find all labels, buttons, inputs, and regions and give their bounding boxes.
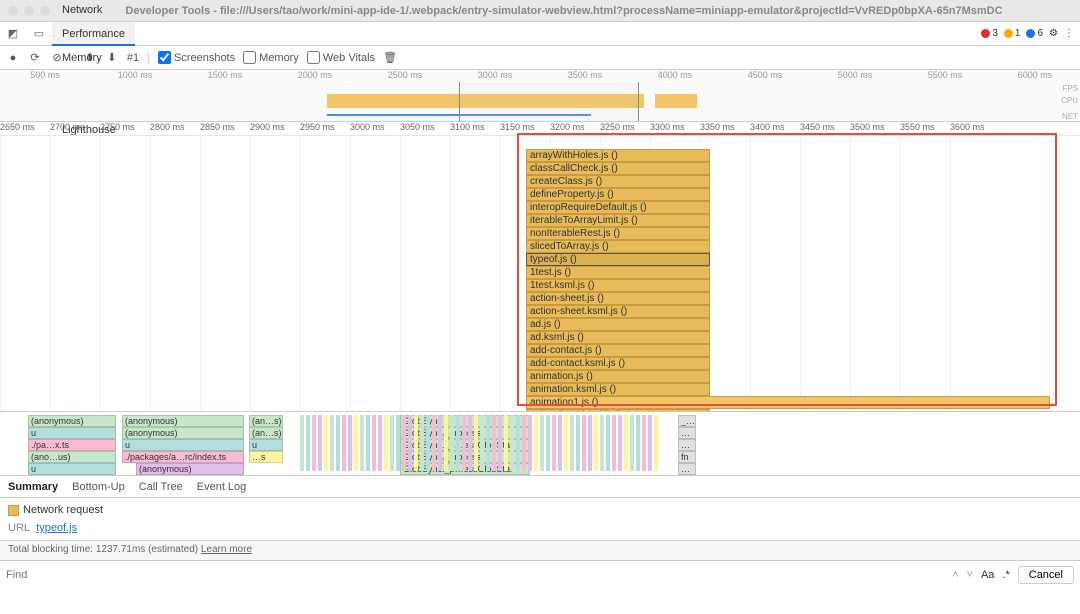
flame-row[interactable]: createClass.js (): [526, 175, 710, 188]
net-label: NET: [1062, 112, 1078, 121]
max-traffic-light[interactable]: [40, 6, 50, 16]
flame-row[interactable]: iterableToArrayLimit.js (): [526, 214, 710, 227]
flame-chart[interactable]: 2650 ms2700 ms2750 ms2800 ms2850 ms2900 …: [0, 122, 1080, 412]
min-traffic-light[interactable]: [24, 6, 34, 16]
stack-row[interactable]: …: [678, 463, 696, 475]
flame-row[interactable]: defineProperty.js (): [526, 188, 710, 201]
stack-row[interactable]: fn: [678, 451, 696, 463]
info-badge[interactable]: 6: [1026, 28, 1043, 39]
match-case-toggle[interactable]: Aa: [981, 569, 994, 581]
network-request-header: Network request: [8, 504, 1072, 516]
stack-row[interactable]: u: [249, 439, 283, 451]
flame-row[interactable]: action-sheet.js (): [526, 292, 710, 305]
window-title: Developer Tools - file:///Users/tao/work…: [56, 5, 1072, 17]
webvitals-checkbox[interactable]: Web Vitals: [307, 51, 375, 64]
flame-row[interactable]: slicedToArray.js (): [526, 240, 710, 253]
url-label: URL: [8, 522, 30, 534]
subtab-call-tree[interactable]: Call Tree: [139, 481, 183, 493]
subtab-bottom-up[interactable]: Bottom-Up: [72, 481, 125, 493]
stack-row[interactable]: ./packages/a…rc/index.ts: [122, 451, 244, 463]
stack-row[interactable]: _…: [678, 415, 696, 427]
tab-network[interactable]: Network: [52, 0, 135, 22]
detail-subtabs: Summary Bottom-Up Call Tree Event Log: [0, 476, 1080, 498]
memory-checkbox[interactable]: Memory: [243, 51, 299, 64]
stack-row[interactable]: …s: [249, 451, 283, 463]
flame-row[interactable]: action-sheet.ksml.js (): [526, 305, 710, 318]
cpu-label: CPU: [1061, 96, 1078, 105]
subtab-summary[interactable]: Summary: [8, 481, 58, 493]
url-link[interactable]: typeof.js: [36, 522, 77, 534]
device-icon[interactable]: ▭: [26, 27, 52, 40]
stack-row[interactable]: u: [28, 463, 116, 475]
gear-icon[interactable]: ⚙: [1049, 28, 1058, 39]
regex-toggle[interactable]: .*: [1002, 569, 1009, 581]
find-bar: ˄ ˅ Aa .* Cancel: [0, 560, 1080, 588]
tab-performance[interactable]: Performance: [52, 22, 135, 46]
stack-row[interactable]: …: [678, 427, 696, 439]
warnings-badge[interactable]: 1: [1004, 28, 1021, 39]
learn-more-link[interactable]: Learn more: [201, 544, 252, 555]
stack-row[interactable]: ./pa…x.ts: [28, 439, 116, 451]
flame-row[interactable]: ad.ksml.js (): [526, 331, 710, 344]
panel-tabs: ◩ ▭ ElementsConsoleSourcesNetworkPerform…: [0, 22, 1080, 46]
flame-row[interactable]: classCallCheck.js (): [526, 162, 710, 175]
run-selector[interactable]: #1: [127, 52, 139, 64]
flame-row[interactable]: 1test.ksml.js (): [526, 279, 710, 292]
lower-flame[interactable]: (anonymous)(anonymous)(an…s)GlobSync_…u(…: [0, 412, 1080, 476]
find-input[interactable]: [6, 569, 944, 581]
stack-row[interactable]: …: [678, 439, 696, 451]
flame-row[interactable]: animation.ksml.js (): [526, 383, 710, 396]
inspect-icon[interactable]: ◩: [0, 27, 26, 40]
stack-row[interactable]: (an…s): [249, 427, 283, 439]
kebab-icon[interactable]: ⋮: [1064, 28, 1074, 39]
stack-row[interactable]: u: [122, 439, 244, 451]
perf-toolbar: ● ⟳ ⊘ | ⬆ ⬇ #1 | Screenshots Memory Web …: [0, 46, 1080, 70]
load-icon[interactable]: ⬆: [83, 51, 97, 64]
stack-row[interactable]: (anonymous): [136, 463, 244, 475]
flame-row[interactable]: arrayWithHoles.js (): [526, 149, 710, 162]
flame-row[interactable]: add-contact.ksml.js (): [526, 357, 710, 370]
detail-pane: Network request URL typeof.js: [0, 498, 1080, 540]
prev-icon[interactable]: ˄: [952, 569, 958, 581]
overview-pane[interactable]: 500 ms1000 ms1500 ms2000 ms2500 ms3000 m…: [0, 70, 1080, 122]
screenshots-checkbox[interactable]: Screenshots: [158, 51, 235, 64]
close-traffic-light[interactable]: [8, 6, 18, 16]
flame-row[interactable]: ad.js (): [526, 318, 710, 331]
stack-row[interactable]: (anonymous): [122, 427, 244, 439]
titlebar: Developer Tools - file:///Users/tao/work…: [0, 0, 1080, 22]
errors-badge[interactable]: 3: [981, 28, 998, 39]
save-icon[interactable]: ⬇: [105, 51, 119, 64]
flame-row[interactable]: 1test.js (): [526, 266, 710, 279]
badge-area: 3 1 6 ⚙ ⋮: [981, 28, 1080, 39]
stack-row[interactable]: (an…s): [249, 415, 283, 427]
subtab-event-log[interactable]: Event Log: [197, 481, 247, 493]
record-icon[interactable]: ●: [6, 52, 20, 64]
fps-label: FPS: [1062, 84, 1078, 93]
clear-icon[interactable]: ⊘: [50, 51, 64, 64]
flame-row[interactable]: interopRequireDefault.js (): [526, 201, 710, 214]
stack-row[interactable]: (ano…us): [28, 451, 116, 463]
stack-row[interactable]: u: [28, 427, 116, 439]
trash-icon[interactable]: 🗑: [383, 51, 397, 64]
flame-row[interactable]: add-contact.js (): [526, 344, 710, 357]
next-icon[interactable]: ˅: [967, 569, 973, 581]
flame-row[interactable]: animation.js (): [526, 370, 710, 383]
cancel-button[interactable]: Cancel: [1018, 566, 1074, 584]
flame-row[interactable]: typeof.js (): [526, 253, 710, 266]
stack-row[interactable]: (anonymous): [122, 415, 244, 427]
flame-row[interactable]: animation1.js (): [526, 396, 1050, 409]
stack-row[interactable]: (anonymous): [28, 415, 116, 427]
reload-icon[interactable]: ⟳: [28, 51, 42, 64]
flame-row[interactable]: nonIterableRest.js (): [526, 227, 710, 240]
status-bar: Total blocking time: 1237.71ms (estimate…: [0, 540, 1080, 560]
